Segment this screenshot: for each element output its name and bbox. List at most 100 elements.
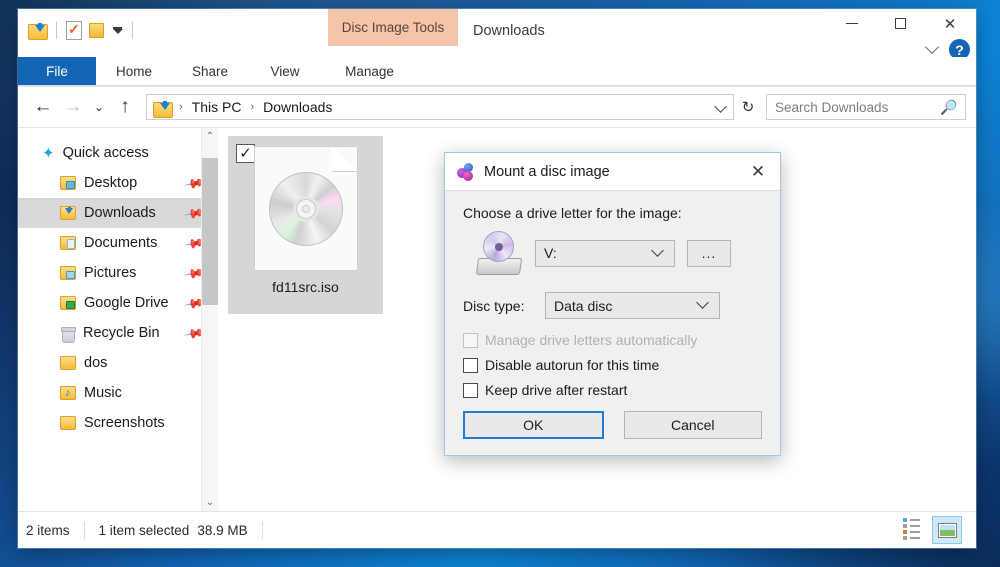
sidebar-item-desktop[interactable]: Desktop 📌 — [18, 168, 218, 198]
chevron-down-icon — [651, 243, 664, 257]
back-button[interactable]: ← — [28, 92, 58, 122]
sidebar-item-google-drive[interactable]: Google Drive 📌 — [18, 288, 218, 318]
ribbon-tab-strip: File Home Share View Manage — [18, 57, 976, 87]
address-bar: ← → ⌄ ↑ › This PC › Downloads ↻ Search D… — [18, 87, 976, 127]
new-folder-icon[interactable] — [89, 22, 104, 38]
sidebar-item-quick-access[interactable]: ✦ Quick access — [18, 138, 218, 168]
sidebar-item-pictures[interactable]: Pictures 📌 — [18, 258, 218, 288]
tab-manage[interactable]: Manage — [322, 57, 417, 86]
checkbox-label: Keep drive after restart — [485, 382, 628, 398]
breadcrumb-this-pc[interactable]: This PC — [192, 99, 242, 115]
page-fold — [332, 146, 358, 172]
sidebar-item-label: Desktop — [84, 175, 138, 191]
customize-dropdown-icon[interactable] — [111, 26, 123, 34]
disc-drive-icon — [475, 231, 523, 275]
star-icon: ✦ — [42, 145, 55, 162]
sidebar-item-label: Pictures — [84, 265, 137, 281]
keep-drive-checkbox[interactable] — [463, 382, 478, 398]
scrollbar-thumb[interactable] — [202, 158, 218, 305]
dialog-title: Mount a disc image — [484, 163, 610, 180]
disc-type-select[interactable]: Data disc — [545, 292, 720, 319]
tab-view[interactable]: View — [248, 57, 322, 86]
drive-letter-prompt: Choose a drive letter for the image: — [463, 205, 682, 221]
disable-autorun-checkbox[interactable] — [463, 357, 478, 373]
drive-letter-row: V: ... — [463, 231, 762, 275]
sidebar-item-downloads[interactable]: Downloads 📌 — [18, 198, 218, 228]
search-input[interactable]: Search Downloads 🔍 — [766, 94, 966, 120]
mount-disc-image-dialog: Mount a disc image ✕ Choose a drive lett… — [444, 152, 781, 456]
close-button[interactable]: ✕ — [924, 9, 976, 38]
list-item[interactable]: ✓ fd11src.iso — [228, 136, 383, 314]
sidebar-item-screenshots[interactable]: Screenshots — [18, 408, 218, 438]
downloads-folder-icon[interactable] — [28, 22, 48, 40]
window-controls: ✕ — [828, 9, 976, 38]
dialog-body: Choose a drive letter for the image: V: … — [445, 191, 780, 398]
wincdemu-icon — [457, 162, 475, 181]
ok-button[interactable]: OK — [463, 411, 604, 439]
item-count: 2 items — [26, 522, 70, 538]
disc-type-row: Disc type: Data disc — [463, 292, 762, 319]
toolbar-divider-2 — [132, 21, 133, 39]
sidebar-item-documents[interactable]: Documents 📌 — [18, 228, 218, 258]
dialog-button-row: OK Cancel — [445, 398, 780, 455]
navigation-pane: ✦ Quick access Desktop 📌 Downloads 📌 Doc… — [18, 128, 218, 511]
tab-share[interactable]: Share — [172, 57, 248, 86]
recycle-bin-icon — [60, 326, 76, 343]
folder-icon — [60, 356, 76, 370]
forward-button: → — [63, 96, 83, 117]
drive-letter-value: V: — [544, 245, 557, 261]
refresh-button[interactable]: ↻ — [734, 94, 762, 120]
breadcrumb-separator-2: › — [250, 101, 255, 113]
dialog-close-button[interactable]: ✕ — [736, 153, 780, 190]
window-title: Downloads — [473, 23, 545, 39]
selection-count: 1 item selected — [98, 522, 190, 538]
sidebar-item-label: dos — [84, 355, 108, 371]
search-icon: 🔍 — [939, 98, 957, 115]
breadcrumb-downloads[interactable]: Downloads — [263, 99, 332, 115]
scroll-down-button[interactable]: ⌄ — [202, 494, 218, 511]
recent-locations-button[interactable]: ⌄ — [88, 92, 110, 122]
minimize-button[interactable] — [828, 9, 876, 38]
checkbox-label: Disable autorun for this time — [485, 357, 660, 373]
chevron-down-icon — [696, 296, 709, 309]
large-icons-view-button[interactable] — [932, 516, 962, 544]
search-placeholder: Search Downloads — [775, 99, 889, 115]
sidebar-item-recycle-bin[interactable]: Recycle Bin 📌 — [18, 318, 218, 348]
details-view-button[interactable] — [896, 516, 926, 544]
item-checkbox[interactable]: ✓ — [236, 144, 255, 163]
sidebar-item-dos[interactable]: dos — [18, 348, 218, 378]
up-button[interactable]: ↑ — [110, 92, 140, 122]
folder-music-icon: ♪ — [60, 386, 76, 400]
maximize-button[interactable] — [876, 9, 924, 38]
sidebar-item-label: Screenshots — [84, 415, 165, 431]
disable-autorun-checkbox-row[interactable]: Disable autorun for this time — [463, 357, 762, 373]
disc-graphic — [268, 171, 343, 246]
breadcrumb[interactable]: › This PC › Downloads — [146, 94, 734, 120]
sidebar-item-music[interactable]: ♪ Music — [18, 378, 218, 408]
file-name: fd11src.iso — [272, 279, 339, 295]
breadcrumb-dropdown-icon[interactable] — [714, 100, 727, 113]
cancel-button[interactable]: Cancel — [623, 411, 762, 439]
disc-type-label: Disc type: — [463, 297, 525, 314]
folder-desktop-icon — [60, 176, 76, 190]
folder-google-drive-icon — [60, 296, 76, 310]
selection-size: 38.9 MB — [197, 522, 248, 538]
quick-access-toolbar: ✓ — [18, 9, 135, 43]
status-divider-2 — [261, 521, 263, 539]
keep-drive-checkbox-row[interactable]: Keep drive after restart — [463, 382, 762, 398]
browse-button[interactable]: ... — [687, 239, 731, 267]
folder-icon — [60, 416, 76, 430]
manage-drive-letters-checkbox — [463, 332, 478, 348]
tab-file[interactable]: File — [18, 57, 96, 86]
tab-home[interactable]: Home — [96, 57, 172, 86]
folder-downloads-icon — [60, 206, 76, 220]
sidebar-item-label: Google Drive — [84, 295, 169, 311]
navigation-scrollbar[interactable]: ⌃ ⌄ — [201, 128, 218, 511]
scroll-up-button[interactable]: ⌃ — [202, 128, 218, 145]
chevron-down-icon[interactable] — [924, 39, 940, 54]
folder-documents-icon — [60, 236, 76, 250]
drive-letter-select[interactable]: V: — [535, 239, 675, 267]
manage-drive-letters-checkbox-row: Manage drive letters automatically — [463, 332, 762, 348]
toolbar-divider — [56, 21, 57, 39]
properties-icon[interactable]: ✓ — [66, 20, 82, 40]
